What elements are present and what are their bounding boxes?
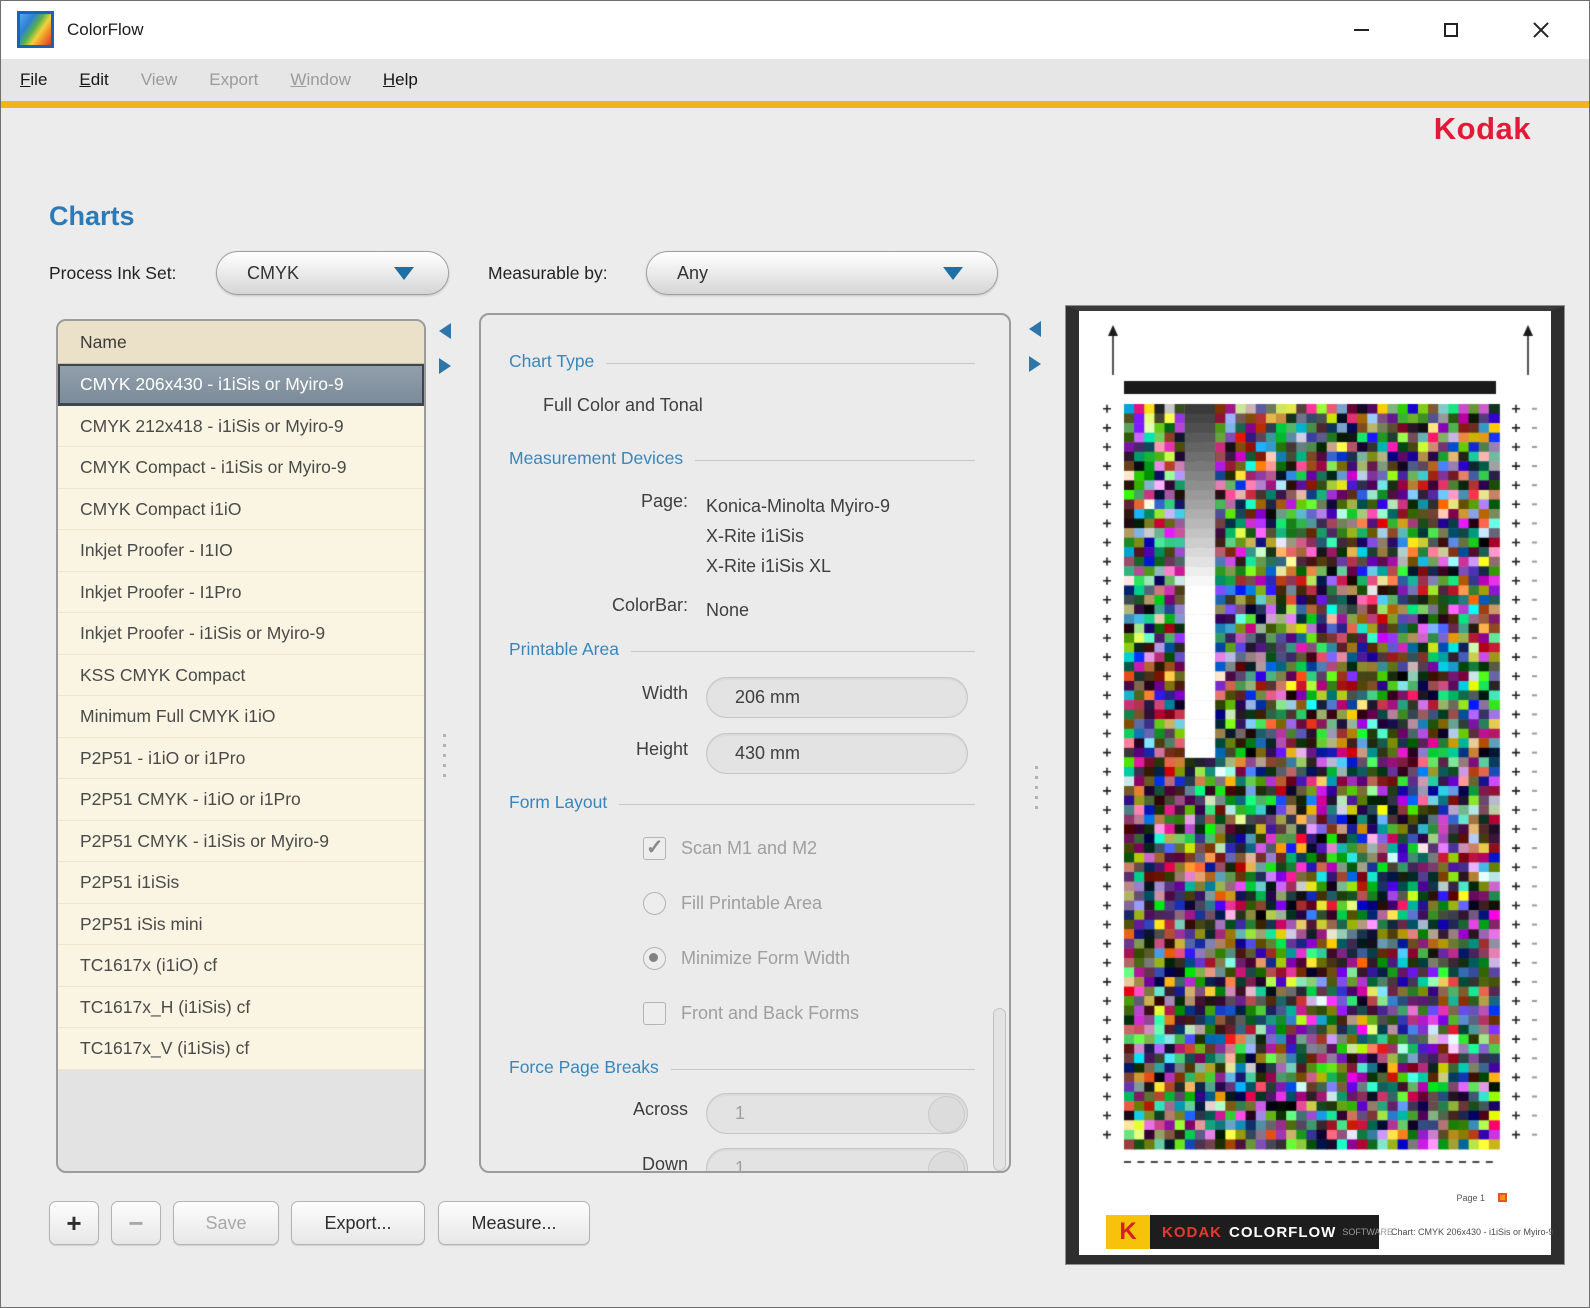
chart-list-rows: CMYK 206x430 - i1iSis or Myiro-9CMYK 212… [58, 364, 424, 1070]
height-field: 430 mm [706, 733, 968, 774]
down-field: 1 [706, 1148, 968, 1173]
across-label: Across [503, 1099, 688, 1120]
form-option-checkbox[interactable]: Scan M1 and M2 [643, 836, 817, 860]
expand-right-arrow[interactable] [1029, 356, 1041, 372]
minimize-icon [1354, 29, 1369, 31]
measurable-by-label: Measurable by: [488, 263, 608, 284]
add-chart-button[interactable]: + [49, 1201, 99, 1245]
width-label: Width [503, 683, 688, 704]
menu-window: Window [274, 59, 366, 101]
chart-type-value: Full Color and Tonal [543, 395, 703, 416]
process-ink-set-select[interactable]: CMYK [216, 251, 449, 295]
checkbox-icon [643, 1002, 666, 1025]
chart-list-item[interactable]: CMYK 206x430 - i1iSis or Myiro-9 [58, 364, 424, 406]
form-option-label: Front and Back Forms [681, 1003, 859, 1024]
measurable-by-select[interactable]: Any [646, 251, 998, 295]
measurable-by-value: Any [647, 263, 943, 284]
form-option-checkbox[interactable]: Front and Back Forms [643, 1001, 859, 1025]
measure-button[interactable]: Measure... [438, 1201, 590, 1245]
chart-list-item[interactable]: TC1617x_H (i1iSis) cf [58, 987, 424, 1029]
collapse-left-arrow[interactable] [439, 323, 451, 339]
across-field: 1 [706, 1093, 968, 1134]
chart-list-item[interactable]: Inkjet Proofer - I1Pro [58, 572, 424, 614]
process-ink-set-label: Process Ink Set: [49, 263, 176, 284]
colorflow-app-icon [17, 11, 54, 48]
splitter-drag-handle[interactable] [443, 734, 446, 780]
chart-list-item[interactable]: P2P51 CMYK - i1iSis or Myiro-9 [58, 821, 424, 863]
menu-bar: FileEditViewExportWindowHelp [1, 59, 1589, 101]
splitter-drag-handle[interactable] [1035, 766, 1038, 812]
menu-view: View [125, 59, 194, 101]
chart-list-item[interactable]: P2P51 i1iSis [58, 862, 424, 904]
process-ink-set-value: CMYK [217, 263, 394, 284]
preview-footer-banner: K KODAK COLORFLOW SOFTWARE Chart: CMYK 2… [1106, 1215, 1554, 1249]
section-form-layout: Form Layout [509, 792, 975, 813]
chevron-down-icon [943, 267, 963, 280]
chart-list-header: Name [58, 321, 424, 364]
page-title: Charts [49, 201, 135, 232]
radio-icon [643, 892, 666, 915]
kodak-logo: Kodak [1434, 111, 1531, 147]
chart-details-panel: Chart Type Full Color and Tonal Measurem… [479, 313, 1011, 1173]
close-button[interactable] [1512, 1, 1570, 59]
preview-page-label: Page 1 [1456, 1193, 1485, 1203]
chart-list-item[interactable]: KSS CMYK Compact [58, 655, 424, 697]
menu-file[interactable]: File [4, 59, 63, 101]
page-device-label: Page: [503, 491, 688, 512]
chart-list-item[interactable]: CMYK Compact - i1iSis or Myiro-9 [58, 447, 424, 489]
collapse-left-arrow[interactable] [1029, 321, 1041, 337]
preview-footer-caption: Chart: CMYK 206x430 - i1iSis or Myiro-9 [1379, 1215, 1554, 1249]
chart-list-item[interactable]: Minimum Full CMYK i1iO [58, 696, 424, 738]
chart-list-item[interactable]: P2P51 CMYK - i1iO or i1Pro [58, 779, 424, 821]
colorflow-window: ColorFlow FileEditViewExportWindowHelp K… [0, 0, 1590, 1308]
section-printable-area: Printable Area [509, 639, 975, 660]
radio-icon [643, 947, 666, 970]
form-option-radio[interactable]: Fill Printable Area [643, 891, 822, 915]
height-label: Height [503, 739, 688, 760]
accent-line [1, 101, 1589, 108]
width-field: 206 mm [706, 677, 968, 718]
chart-list-item[interactable]: P2P51 iSis mini [58, 904, 424, 946]
chart-preview-canvas [1079, 311, 1551, 1255]
menu-help[interactable]: Help [367, 59, 434, 101]
chart-list-item[interactable]: CMYK 212x418 - i1iSis or Myiro-9 [58, 406, 424, 448]
chart-list-item[interactable]: TC1617x_V (i1iSis) cf [58, 1028, 424, 1070]
page-device-values: Konica-Minolta Myiro-9 X-Rite i1iSis X-R… [706, 491, 890, 581]
save-button[interactable]: Save [173, 1201, 279, 1245]
form-option-label: Fill Printable Area [681, 893, 822, 914]
section-measurement-devices: Measurement Devices [509, 448, 975, 469]
expand-right-arrow[interactable] [439, 358, 451, 374]
chevron-down-icon [394, 267, 414, 280]
chart-list-item[interactable]: CMYK Compact i1iO [58, 489, 424, 531]
form-option-label: Minimize Form Width [681, 948, 850, 969]
chart-list-panel: Name CMYK 206x430 - i1iSis or Myiro-9CMY… [56, 319, 426, 1173]
maximize-icon [1444, 23, 1458, 37]
close-icon [1532, 21, 1550, 39]
maximize-button[interactable] [1422, 1, 1480, 59]
checkbox-icon [643, 837, 666, 860]
menu-edit[interactable]: Edit [63, 59, 124, 101]
chart-preview: Page 1 K KODAK COLORFLOW SOFTWARE Chart:… [1066, 306, 1564, 1264]
section-force-page-breaks: Force Page Breaks [509, 1057, 975, 1078]
export-button[interactable]: Export... [291, 1201, 425, 1245]
colorbar-value: None [706, 595, 749, 625]
colorbar-label: ColorBar: [503, 595, 688, 616]
window-title: ColorFlow [67, 20, 144, 40]
preview-color-mark [1498, 1193, 1507, 1202]
details-scrollbar[interactable] [993, 1008, 1006, 1171]
kodak-k-icon: K [1106, 1215, 1150, 1249]
form-option-radio[interactable]: Minimize Form Width [643, 946, 850, 970]
chart-list-item[interactable]: P2P51 - i1iO or i1Pro [58, 738, 424, 780]
remove-chart-button[interactable]: − [111, 1201, 161, 1245]
preview-footer-brand: KODAK COLORFLOW SOFTWARE [1150, 1215, 1379, 1249]
chart-list-item[interactable]: TC1617x (i1iO) cf [58, 945, 424, 987]
menu-export: Export [193, 59, 274, 101]
section-chart-type: Chart Type [509, 351, 975, 372]
down-label: Down [503, 1154, 688, 1173]
title-bar[interactable]: ColorFlow [1, 1, 1589, 59]
minimize-button[interactable] [1332, 1, 1390, 59]
chart-list-item[interactable]: Inkjet Proofer - I1IO [58, 530, 424, 572]
form-option-label: Scan M1 and M2 [681, 838, 817, 859]
chart-list-item[interactable]: Inkjet Proofer - i1iSis or Myiro-9 [58, 613, 424, 655]
